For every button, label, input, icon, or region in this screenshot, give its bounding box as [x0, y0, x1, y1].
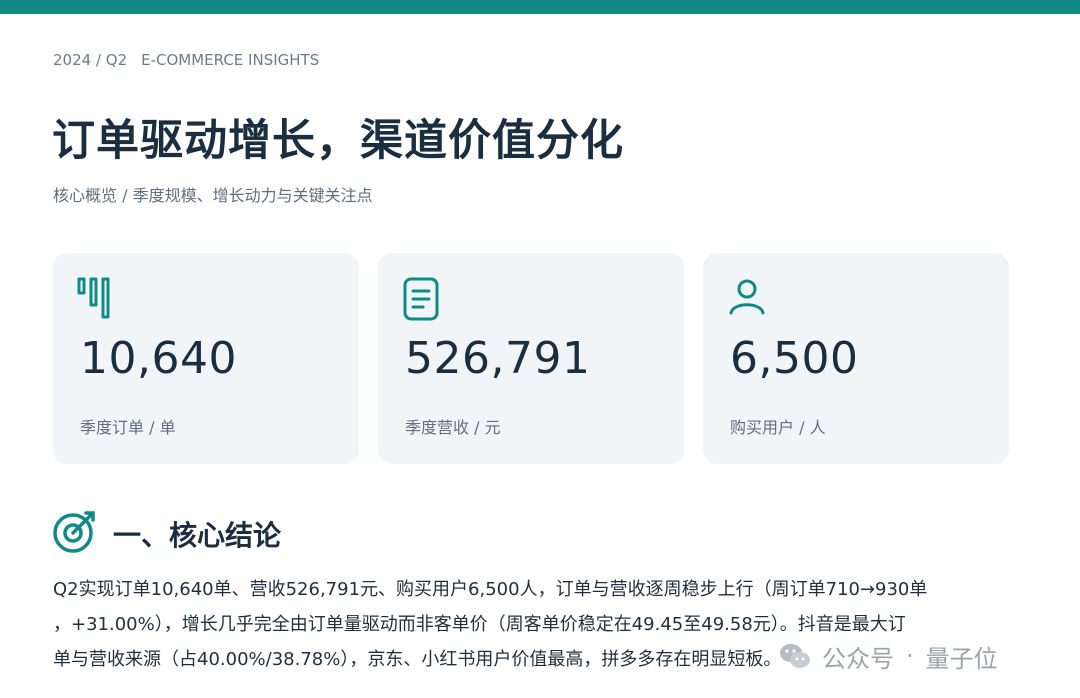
report-section-tag: E-COMMERCE INSIGHTS: [141, 51, 320, 69]
report-meta: 2024 / Q2 E-COMMERCE INSIGHTS: [53, 51, 319, 69]
top-accent-bar: [0, 0, 1080, 14]
section-title: 一、核心结论: [113, 519, 282, 552]
target-icon: [53, 511, 95, 553]
paragraph-line: Q2实现订单10,640单、营收526,791元、购买用户6,500人，订单与营…: [53, 579, 928, 600]
bar-chart-icon: [77, 277, 110, 319]
page-subtitle: 核心概览 / 季度规模、增长动力与关键关注点: [53, 186, 373, 205]
kpi-card-orders: 10,640 季度订单 / 单: [53, 253, 359, 464]
kpi-label: 季度营收 / 元: [405, 418, 501, 437]
kpi-card-users: 6,500 购买用户 / 人: [703, 253, 1009, 464]
report-period: 2024 / Q2: [53, 51, 128, 69]
kpi-value: 10,640: [80, 333, 237, 384]
kpi-card-revenue: 526,791 季度营收 / 元: [378, 253, 684, 464]
document-icon: [403, 277, 439, 321]
watermark-left-text: 公众号: [822, 644, 894, 673]
page-title: 订单驱动增长，渠道价值分化: [52, 116, 624, 166]
kpi-value: 6,500: [730, 333, 859, 384]
kpi-label: 季度订单 / 单: [80, 418, 176, 437]
user-icon: [729, 279, 765, 315]
watermark: 公众号 · 量子位: [778, 636, 998, 676]
kpi-label: 购买用户 / 人: [730, 418, 826, 437]
watermark-right-text: 量子位: [925, 644, 998, 673]
wechat-icon: [780, 644, 810, 668]
kpi-value: 526,791: [405, 333, 591, 384]
watermark-separator: ·: [906, 642, 914, 670]
